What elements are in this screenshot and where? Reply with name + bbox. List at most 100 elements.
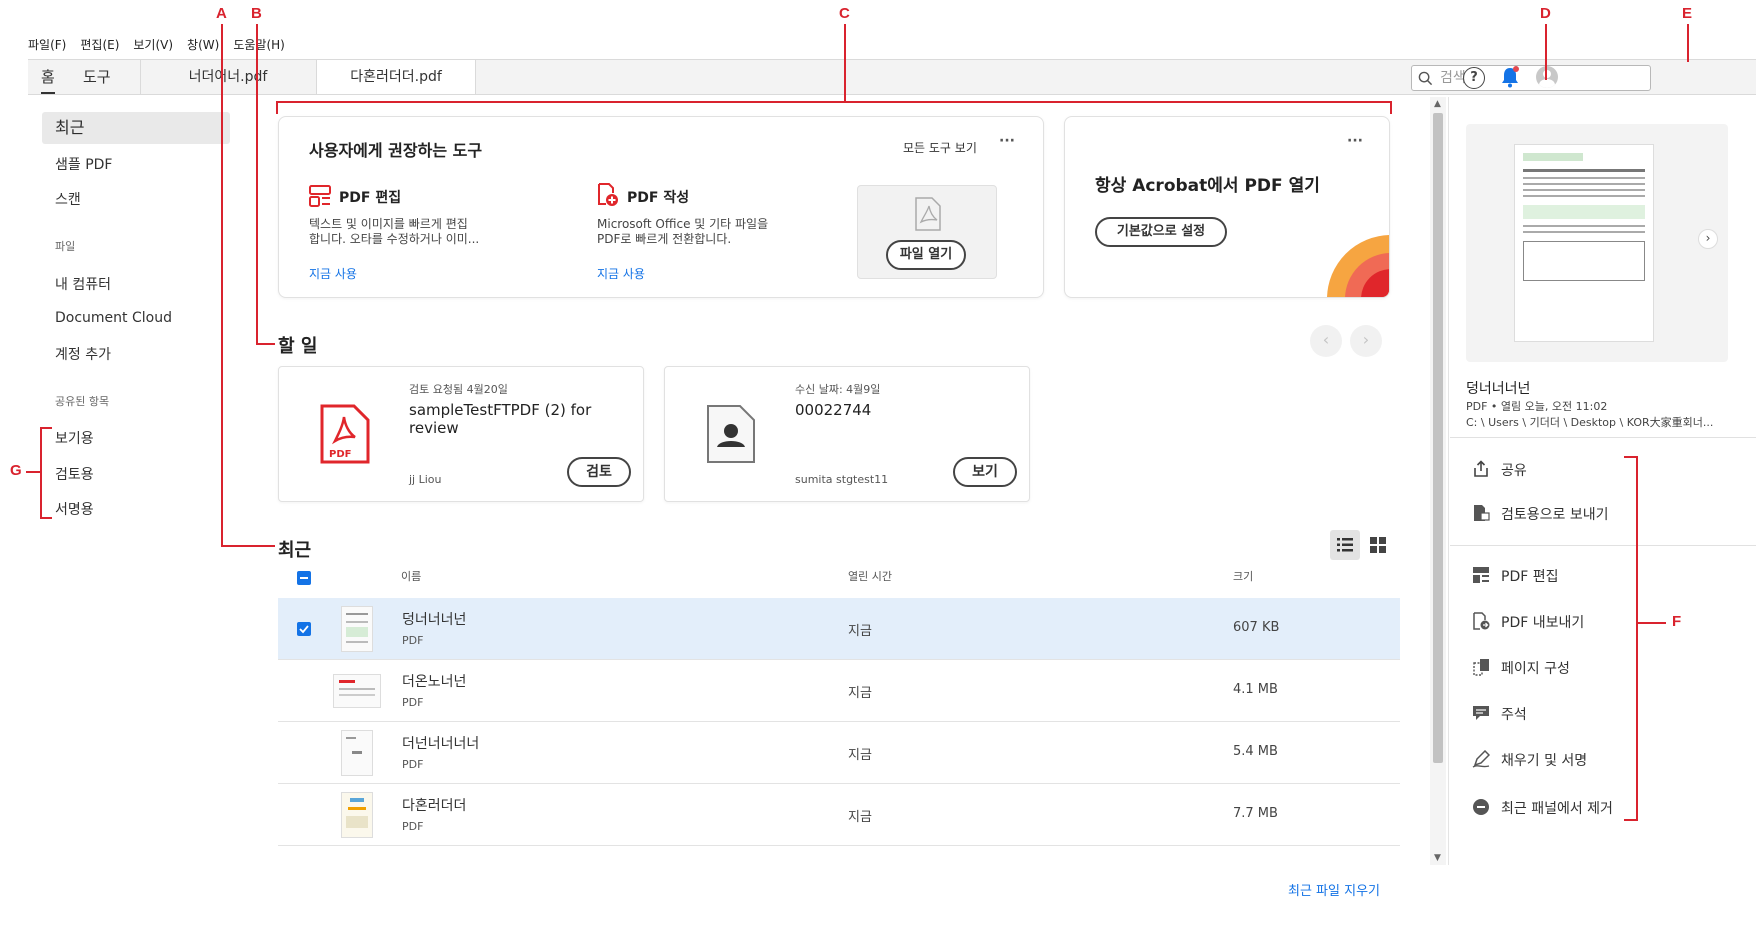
action-remove-from-recent[interactable]: 최근 패널에서 제거	[1501, 798, 1613, 820]
tab-bar: 홈 도구 너더어너.pdf 다혼러더더.pdf 검색 ?	[28, 59, 1756, 95]
tab-document-2[interactable]: 다혼러더더.pdf	[316, 60, 476, 94]
file-name: 더넌너너너너	[402, 736, 480, 752]
preview-line	[1523, 183, 1645, 185]
table-row[interactable]: 다혼러더더 PDF 지금 7.7 MB	[278, 784, 1400, 846]
open-file-button[interactable]: 파일 열기	[886, 240, 966, 270]
annotation-bracket-g	[40, 427, 52, 429]
annotation-line-a	[221, 24, 223, 546]
avatar[interactable]	[1536, 66, 1558, 88]
review-button[interactable]: 검토	[567, 457, 631, 487]
row-checkbox[interactable]	[297, 622, 311, 636]
tab-document-1[interactable]: 너더어너.pdf	[140, 60, 315, 94]
annotation-label-d: D	[1540, 5, 1551, 22]
column-header-opened[interactable]: 열린 시간	[848, 568, 892, 584]
action-fill-and-sign[interactable]: 채우기 및 서명	[1501, 750, 1587, 772]
sidebar-item-for-view[interactable]: 보기용	[55, 428, 94, 448]
menu-window[interactable]: 창(W)	[187, 36, 219, 56]
sidebar-item-for-sign[interactable]: 서명용	[55, 499, 94, 519]
acrobat-home-window: 파일(F) 편집(E) 보기(V) 창(W) 도움말(H) 홈 도구 너더어너.…	[0, 0, 1756, 928]
todo-review-meta: 검토 요청됨 4월20일	[409, 383, 508, 396]
tab-home[interactable]: 홈	[41, 60, 55, 94]
action-edit-pdf[interactable]: PDF 편집	[1501, 566, 1559, 588]
file-name: 덩너너너넌	[402, 612, 467, 628]
open-file-drop-area[interactable]: 파일 열기	[857, 185, 997, 279]
menu-edit[interactable]: 편집(E)	[80, 36, 119, 56]
check-icon	[299, 625, 309, 634]
action-organize-pages[interactable]: 페이지 구성	[1501, 658, 1570, 680]
annotation-bracket-f	[1624, 819, 1638, 821]
main-scrollbar[interactable]: ▲ ▼	[1430, 97, 1446, 865]
sidebar-item-for-review[interactable]: 검토용	[55, 464, 94, 484]
sidebar-item-recent[interactable]: 최근	[42, 112, 230, 144]
table-row[interactable]: 더넌너너너너 PDF 지금 5.4 MB	[278, 722, 1400, 784]
right-panel-divider	[1450, 437, 1756, 438]
pdf-create-title[interactable]: PDF 작성	[627, 187, 689, 207]
annotation-line-f	[1636, 622, 1666, 624]
annotation-bracket-c	[276, 101, 278, 114]
tools-card-more-button[interactable]: ···	[999, 133, 1015, 149]
preview-line	[1523, 195, 1645, 197]
preview-file-name: 덩너너너넌	[1466, 381, 1531, 397]
pdf-edit-use-now-link[interactable]: 지금 사용	[309, 265, 357, 282]
select-all-checkbox[interactable]	[297, 571, 311, 585]
action-comment[interactable]: 주석	[1501, 704, 1527, 726]
menu-file[interactable]: 파일(F)	[28, 36, 66, 56]
organize-pages-icon	[1473, 659, 1489, 676]
clear-recent-files-link[interactable]: 최근 파일 지우기	[1288, 880, 1380, 899]
tab-tools[interactable]: 도구	[83, 60, 111, 94]
recent-heading: 최근	[278, 540, 312, 561]
sidebar-item-scan[interactable]: 스캔	[55, 189, 81, 209]
sidebar-item-sample-pdf[interactable]: 샘플 PDF	[55, 154, 113, 174]
file-opened-time: 지금	[848, 686, 872, 701]
table-row[interactable]: 더온노너넌 PDF 지금 4.1 MB	[278, 660, 1400, 722]
set-default-button[interactable]: 기본값으로 설정	[1095, 217, 1227, 247]
acrobat-card-more-button[interactable]: ···	[1347, 133, 1363, 149]
annotation-bracket-c	[1390, 101, 1392, 114]
preview-line	[1523, 225, 1645, 227]
pdf-create-use-now-link[interactable]: 지금 사용	[597, 265, 645, 282]
todo-next-button[interactable]: ›	[1350, 325, 1382, 357]
acrobat-default-card: ··· 항상 Acrobat에서 PDF 열기 기본값으로 설정	[1064, 116, 1390, 298]
column-header-size[interactable]: 크기	[1233, 568, 1253, 584]
sidebar-item-my-computer[interactable]: 내 컴퓨터	[55, 274, 111, 294]
file-opened-time: 지금	[848, 810, 872, 825]
preview-next-button[interactable]: ›	[1698, 229, 1718, 249]
file-opened-time: 지금	[848, 624, 872, 639]
annotation-bracket-c	[276, 101, 1392, 103]
annotation-label-e: E	[1682, 5, 1693, 22]
action-share[interactable]: 공유	[1501, 460, 1527, 482]
file-preview-page	[1514, 144, 1654, 342]
menu-view[interactable]: 보기(V)	[133, 36, 173, 56]
list-view-button[interactable]	[1330, 530, 1360, 560]
pdf-edit-title[interactable]: PDF 편집	[339, 187, 401, 207]
recommended-tools-card: 사용자에게 권장하는 도구 모든 도구 보기 ··· PDF 편집 텍스트 및 …	[278, 116, 1044, 298]
annotation-line-e	[1687, 24, 1689, 62]
tab-home-underline	[41, 92, 55, 94]
todo-card-received[interactable]: 수신 날짜: 4월9일 00022744 sumita stgtest11 보기	[664, 366, 1030, 502]
help-icon[interactable]: ?	[1463, 67, 1485, 89]
action-export-pdf[interactable]: PDF 내보내기	[1501, 612, 1584, 634]
notification-bell-icon[interactable]	[1500, 66, 1520, 88]
scrollbar-thumb[interactable]	[1433, 113, 1443, 763]
annotation-bracket-g	[40, 517, 52, 519]
sidebar-item-document-cloud[interactable]: Document Cloud	[55, 310, 172, 326]
annotation-line-b	[256, 343, 275, 345]
sidebar-item-add-account[interactable]: 계정 추가	[55, 344, 111, 364]
file-type: PDF	[402, 758, 424, 771]
thumbnail-block	[346, 816, 368, 828]
menu-help[interactable]: 도움말(H)	[233, 36, 285, 56]
view-button[interactable]: 보기	[953, 457, 1017, 487]
grid-view-icon[interactable]	[1370, 537, 1386, 553]
todo-prev-button[interactable]: ‹	[1310, 325, 1342, 357]
table-row[interactable]: 덩너너너넌 PDF 지금 607 KB	[278, 598, 1400, 660]
todo-card-review[interactable]: PDF 검토 요청됨 4월20일 sampleTestFTPDF (2) for…	[278, 366, 644, 502]
all-tools-link[interactable]: 모든 도구 보기	[903, 139, 977, 156]
scroll-up-arrow-icon[interactable]: ▲	[1434, 99, 1441, 109]
action-send-for-review[interactable]: 검토용으로 보내기	[1501, 504, 1609, 526]
select-all-indeterminate-mark	[300, 577, 308, 579]
scroll-down-arrow-icon[interactable]: ▼	[1434, 853, 1441, 863]
annotation-bracket-f	[1636, 456, 1638, 821]
column-header-name[interactable]: 이름	[401, 568, 421, 584]
search-input[interactable]: 검색	[1411, 65, 1651, 91]
file-name: 다혼러더더	[402, 798, 467, 814]
